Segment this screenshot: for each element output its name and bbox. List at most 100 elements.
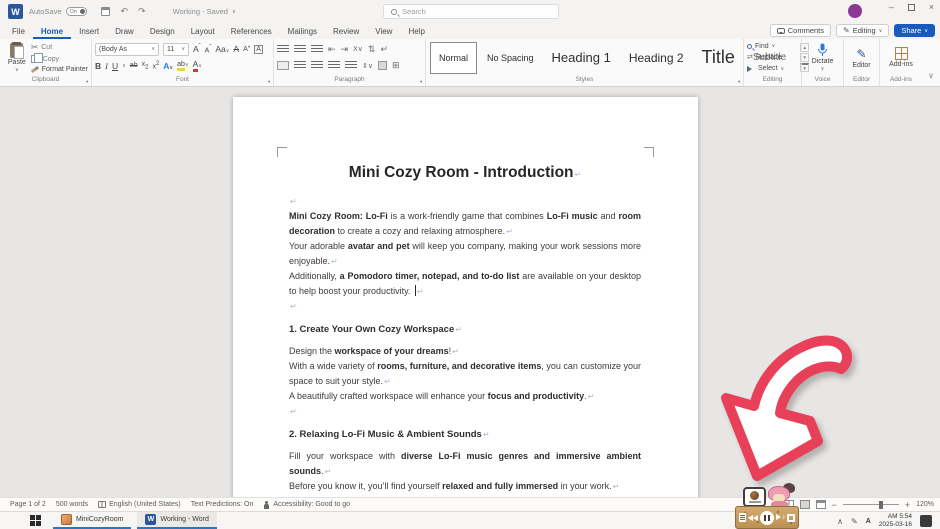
decrease-indent-icon[interactable]: ⇤	[328, 44, 336, 55]
collapse-ribbon-icon[interactable]: ∨	[928, 71, 934, 80]
undo-icon[interactable]: ↶	[121, 6, 129, 17]
tray-chevron-up-icon[interactable]: ∧	[837, 517, 843, 526]
enclose-characters-button[interactable]: A	[254, 45, 263, 54]
align-left-icon[interactable]	[277, 61, 289, 70]
web-layout-icon[interactable]	[816, 500, 826, 509]
zoom-level[interactable]: 120%	[916, 501, 934, 508]
tab-file[interactable]: File	[4, 25, 33, 39]
shrink-font-button[interactable]: Aˇ	[205, 45, 212, 54]
account-avatar[interactable]	[848, 4, 862, 18]
paste-button[interactable]: Paste ∨	[3, 41, 31, 74]
redo-icon[interactable]: ↷	[138, 6, 146, 17]
save-icon[interactable]	[101, 7, 110, 16]
format-painter-button[interactable]: Format Painter	[31, 66, 88, 73]
title-dropdown-icon[interactable]: ∨	[232, 9, 236, 15]
doc-paragraph[interactable]: Design the workspace of your dreams!↵	[289, 344, 641, 359]
proofing-status[interactable]: English (United States)	[98, 501, 181, 508]
phonetic-guide-button[interactable]: Aʺ	[243, 46, 250, 53]
line-spacing-icon[interactable]: ⇕∨	[362, 62, 373, 70]
cut-button[interactable]: ✂Cut	[31, 42, 88, 53]
minimize-button[interactable]: –	[889, 2, 894, 12]
doc-empty-paragraph[interactable]: ↵	[289, 299, 641, 314]
notification-center-icon[interactable]	[920, 515, 932, 527]
tab-view[interactable]: View	[367, 25, 400, 39]
zoom-slider[interactable]	[843, 504, 899, 505]
show-formatting-marks-icon[interactable]: ↵	[380, 44, 388, 55]
clear-formatting-button[interactable]: A	[233, 44, 239, 54]
tray-pen-icon[interactable]: ✎	[851, 517, 858, 526]
zoom-slider-thumb[interactable]	[879, 501, 883, 509]
close-button[interactable]: ×	[929, 2, 934, 12]
style-no-spacing[interactable]: No Spacing	[479, 42, 542, 74]
superscript-button[interactable]: x2	[152, 61, 159, 70]
editing-mode-button[interactable]: ✎ Editing ∨	[836, 24, 889, 37]
strikethrough-button[interactable]: ab	[130, 62, 138, 69]
tab-mailings[interactable]: Mailings	[280, 25, 325, 39]
align-right-icon[interactable]	[311, 61, 323, 70]
doc-paragraph[interactable]: Fill your workspace with diverse Lo-Fi m…	[289, 449, 641, 479]
asian-layout-icon[interactable]: X∨	[353, 45, 363, 53]
shading-icon[interactable]	[378, 61, 387, 70]
doc-paragraph[interactable]: A beautifully crafted workspace will enh…	[289, 389, 641, 404]
comments-button[interactable]: Comments	[770, 24, 831, 37]
previous-track-icon[interactable]	[748, 515, 758, 521]
numbering-icon[interactable]	[294, 45, 306, 54]
ime-indicator[interactable]: A	[866, 518, 871, 525]
style-heading-1[interactable]: Heading 1	[544, 42, 619, 74]
select-button[interactable]: Select∨	[747, 65, 798, 72]
document-page[interactable]: Mini Cozy Room - Introduction↵ ↵Mini Coz…	[233, 97, 698, 497]
font-name-select[interactable]: (Body As∨	[95, 43, 159, 56]
align-center-icon[interactable]	[294, 61, 306, 70]
bold-button[interactable]: B	[95, 61, 101, 71]
tab-layout[interactable]: Layout	[183, 25, 223, 39]
accessibility-status[interactable]: Accessibility: Good to go	[263, 501, 350, 509]
document-title-label[interactable]: Working - Saved	[173, 7, 228, 16]
underline-dropdown-icon[interactable]: ∨	[122, 63, 126, 69]
addins-button[interactable]: Add-ins	[883, 41, 919, 74]
pause-button[interactable]	[760, 511, 774, 525]
dictate-button[interactable]: Dictate ∨	[805, 41, 840, 74]
share-button[interactable]: Share ∨	[894, 24, 935, 37]
doc-heading[interactable]: 1. Create Your Own Cozy Workspace↵	[289, 322, 641, 337]
find-button[interactable]: Find∨	[747, 43, 798, 50]
subscript-button[interactable]: x2	[142, 61, 149, 70]
style-normal[interactable]: Normal	[430, 42, 477, 74]
underline-button[interactable]: U	[112, 61, 118, 71]
start-button-icon[interactable]	[30, 515, 41, 526]
replace-button[interactable]: ⇄Replace	[747, 53, 798, 61]
change-case-button[interactable]: Aa∨	[215, 44, 229, 54]
word-count[interactable]: 500 words	[56, 501, 88, 508]
widget-item-frame[interactable]	[743, 487, 766, 507]
text-predictions[interactable]: Text Predictions: On	[191, 501, 254, 508]
widget-menu-icon[interactable]	[739, 513, 746, 522]
doc-empty-paragraph[interactable]: ↵	[289, 404, 641, 419]
justify-icon[interactable]	[328, 61, 340, 70]
print-layout-icon[interactable]	[800, 500, 810, 509]
zoom-out-icon[interactable]: −	[832, 500, 837, 510]
zoom-in-icon[interactable]: +	[905, 500, 910, 510]
bullets-icon[interactable]	[277, 45, 289, 54]
style-heading-2[interactable]: Heading 2	[621, 42, 692, 74]
tab-review[interactable]: Review	[325, 25, 367, 39]
widget-timer-icon[interactable]	[787, 514, 795, 522]
increase-indent-icon[interactable]: ⇥	[341, 44, 349, 55]
autosave-toggle[interactable]: On	[66, 7, 87, 16]
font-size-select[interactable]: 11∨	[163, 43, 189, 56]
doc-heading[interactable]: 2. Relaxing Lo-Fi Music & Ambient Sounds…	[289, 427, 641, 442]
doc-paragraph[interactable]: With a wide variety of rooms, furniture,…	[289, 359, 641, 389]
editor-button[interactable]: ✎ Editor	[847, 41, 876, 74]
copy-button[interactable]: Copy	[31, 55, 88, 63]
tab-help[interactable]: Help	[400, 25, 432, 39]
doc-title[interactable]: Mini Cozy Room - Introduction↵	[289, 163, 641, 185]
tab-references[interactable]: References	[223, 25, 280, 39]
word-logo-icon[interactable]: W	[8, 4, 23, 19]
doc-paragraph[interactable]: Your adorable avatar and pet will keep y…	[289, 239, 641, 269]
taskbar-app-minicozyroom[interactable]: MiniCozyRoom	[53, 512, 131, 529]
doc-paragraph[interactable]: Before you know it, you’ll find yourself…	[289, 479, 641, 494]
italic-button[interactable]: I	[105, 61, 108, 71]
tab-draw[interactable]: Draw	[107, 25, 142, 39]
tab-insert[interactable]: Insert	[71, 25, 107, 39]
tab-home[interactable]: Home	[33, 25, 71, 39]
taskbar-app-word[interactable]: W Working - Word	[137, 512, 216, 529]
style-title[interactable]: Title	[694, 42, 743, 74]
